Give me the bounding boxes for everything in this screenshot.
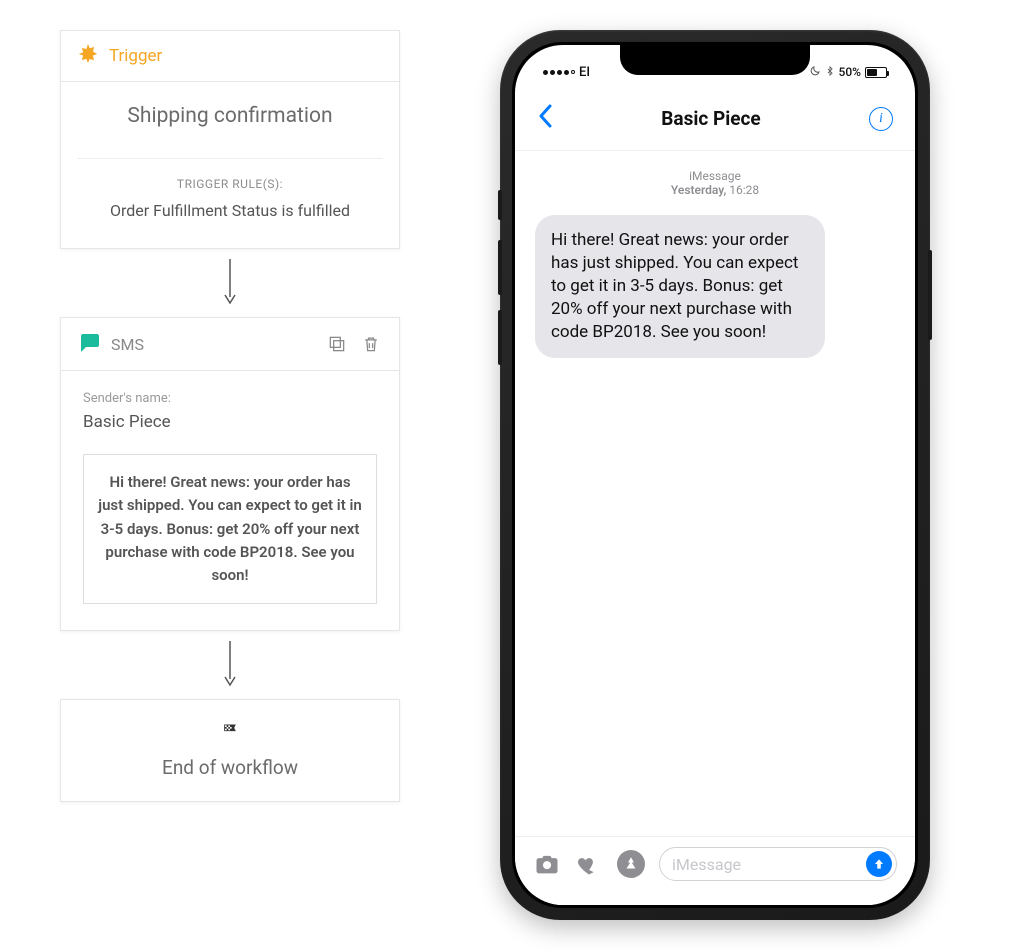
trigger-card-header: Trigger	[61, 31, 399, 82]
trigger-rule-text: Order Fulfillment Status is fulfilled	[77, 201, 383, 220]
carrier-label: EI	[579, 65, 590, 80]
compose-bar: iMessage	[515, 836, 915, 905]
timestamp-day: Yesterday,	[671, 183, 726, 197]
arrow-down-icon	[220, 249, 240, 317]
info-button[interactable]: i	[869, 107, 893, 131]
bluetooth-icon	[825, 64, 835, 81]
trigger-rules-heading: TRIGGER RULE(S):	[77, 177, 383, 191]
arrow-down-icon	[220, 631, 240, 699]
send-button[interactable]	[866, 851, 892, 877]
sms-card-body: Sender's name: Basic Piece Hi there! Gre…	[61, 371, 399, 630]
duplicate-button[interactable]	[325, 332, 349, 356]
sms-card: SMS Sender's name: Basic Piece Hi there!…	[60, 317, 400, 631]
sender-name-label: Sender's name:	[83, 391, 377, 406]
incoming-message-bubble: Hi there! Great news: your order has jus…	[535, 215, 825, 358]
compose-input[interactable]: iMessage	[659, 847, 897, 881]
trigger-header-label: Trigger	[109, 46, 162, 66]
moon-icon	[809, 65, 821, 80]
sms-message-preview: Hi there! Great news: your order has jus…	[83, 454, 377, 604]
trigger-card: Trigger Shipping confirmation TRIGGER RU…	[60, 30, 400, 249]
workflow-column: Trigger Shipping confirmation TRIGGER RU…	[60, 30, 400, 802]
starburst-icon	[77, 43, 99, 69]
trigger-title: Shipping confirmation	[77, 104, 383, 128]
message-log: iMessage Yesterday, 16:28 Hi there! Grea…	[515, 151, 915, 836]
delete-button[interactable]	[359, 332, 383, 356]
channel-label: iMessage	[535, 169, 895, 183]
end-label: End of workflow	[77, 756, 383, 779]
timestamp-time: 16:28	[729, 183, 759, 197]
nav-bar: Basic Piece i	[515, 89, 915, 151]
sms-card-header: SMS	[61, 318, 399, 371]
appstore-icon[interactable]	[617, 850, 645, 878]
camera-icon[interactable]	[533, 850, 561, 878]
phone-screen: EI 15:26 50%	[515, 45, 915, 905]
sms-header-label: SMS	[111, 335, 144, 354]
phone-notch	[620, 45, 810, 75]
phone-mockup: EI 15:26 50%	[500, 30, 930, 920]
contact-name: Basic Piece	[661, 107, 760, 130]
back-button[interactable]	[537, 103, 553, 134]
flag-icon	[77, 722, 383, 742]
compose-placeholder: iMessage	[672, 855, 866, 874]
signal-icon	[543, 70, 575, 75]
sender-name-value: Basic Piece	[83, 412, 377, 432]
message-timestamp-header: iMessage Yesterday, 16:28	[535, 169, 895, 197]
battery-pct: 50%	[839, 65, 861, 79]
trigger-card-body: Shipping confirmation TRIGGER RULE(S): O…	[61, 82, 399, 248]
battery-icon	[865, 67, 887, 78]
end-card: End of workflow	[60, 699, 400, 802]
chat-bubble-icon	[77, 330, 101, 358]
heart-hand-icon[interactable]	[575, 850, 603, 878]
